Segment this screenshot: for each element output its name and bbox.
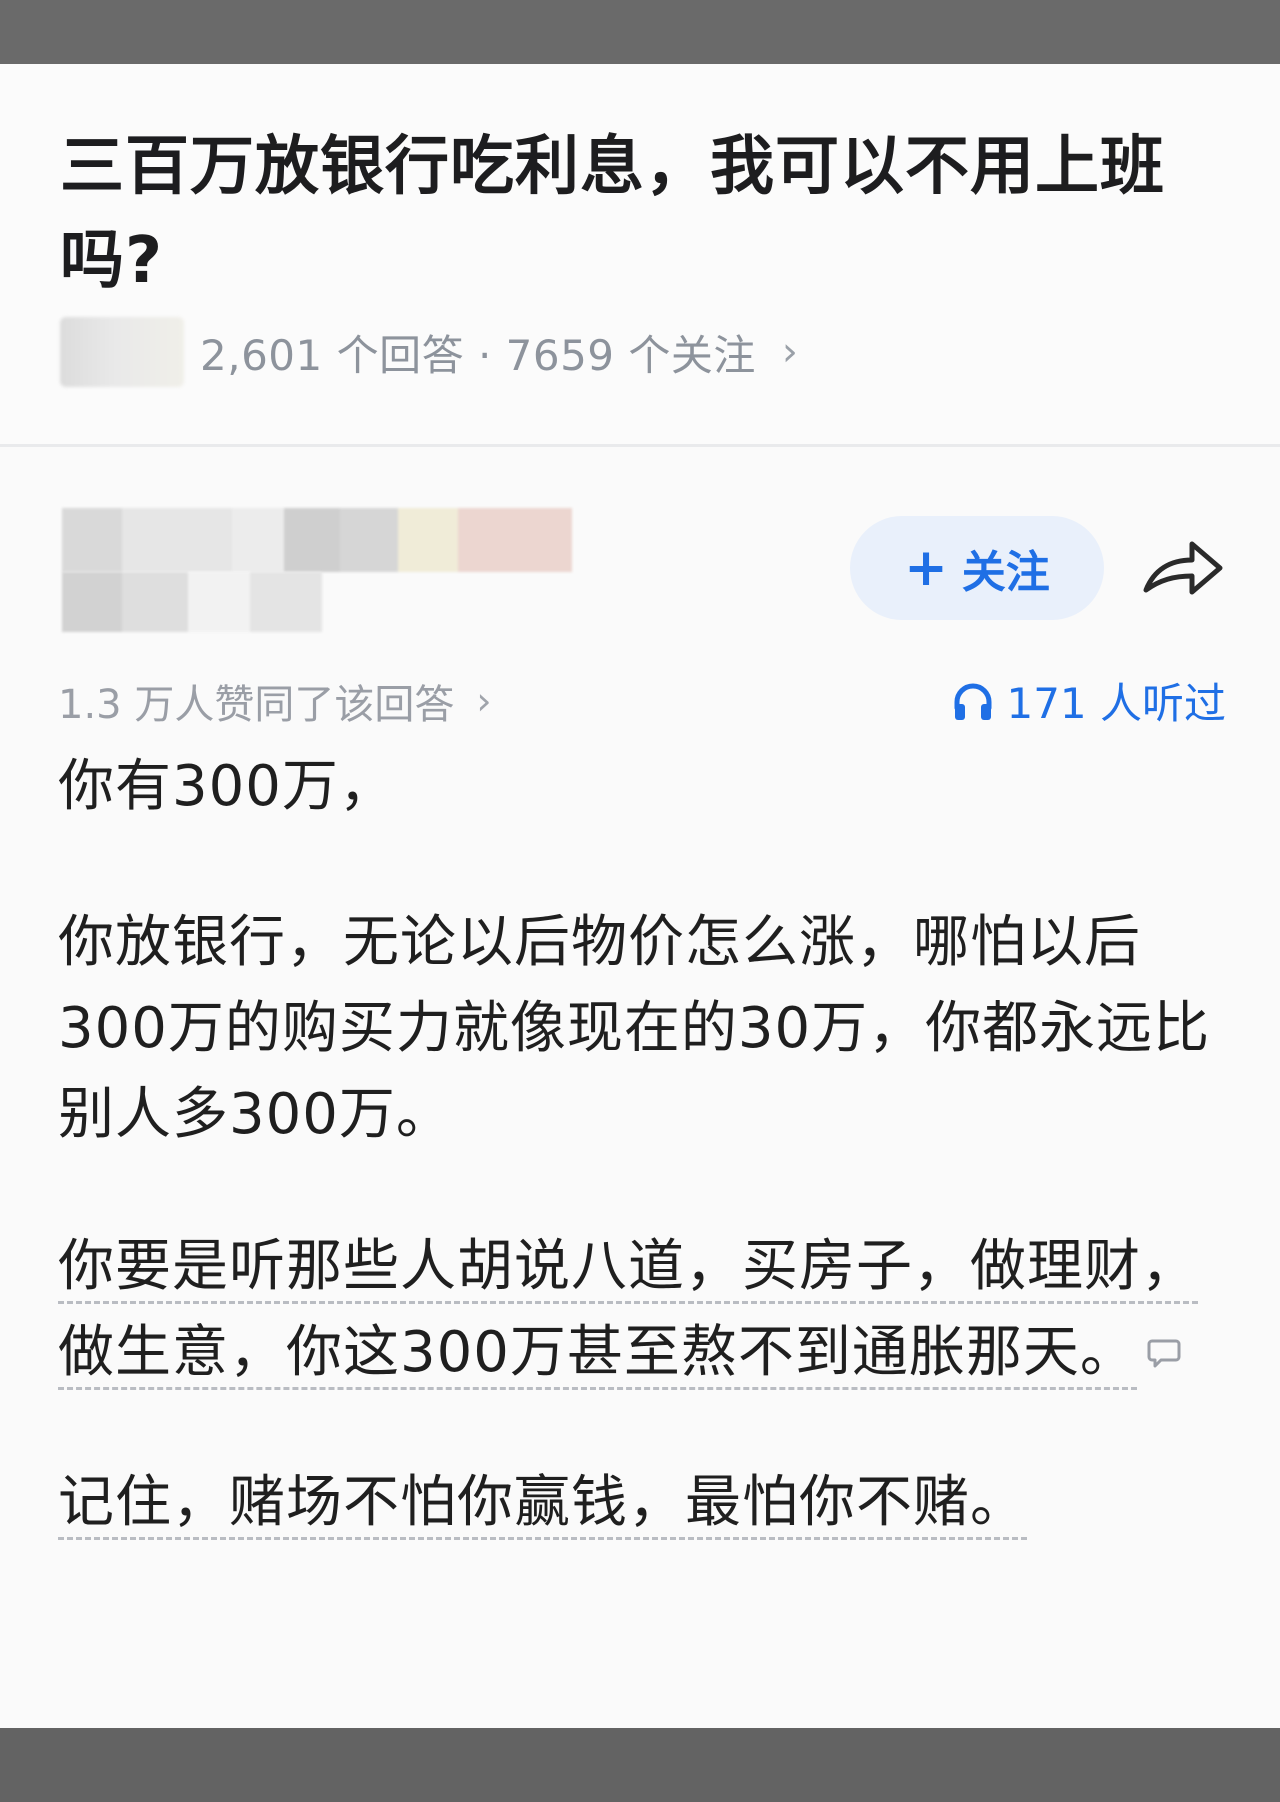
- answer-paragraph: 你有300万，: [58, 754, 396, 819]
- answer-paragraph-highlighted[interactable]: 记住，赌场不怕你赢钱，最怕你不赌。: [58, 1460, 1228, 1546]
- top-dark-bar: [0, 0, 1280, 64]
- follow-label: 关注: [961, 547, 1050, 598]
- approve-text: 1.3 万人赞同了该回答: [58, 682, 455, 728]
- highlight-text[interactable]: 你要是听那些人胡说八道，买房子，做理财，做生意，你这300万甚至熬不到通胀那天。: [58, 1234, 1198, 1390]
- chevron-right-icon: ›: [476, 679, 492, 723]
- author-info-blurred[interactable]: [62, 508, 572, 572]
- answer-body: 你有300万， 你放银行，无论以后物价怎么涨，哪怕以后300万的购买力就像现在的…: [58, 744, 1228, 1546]
- question-header: 三百万放银行吃利息，我可以不用上班吗? 2,601 个回答 · 7659 个关注…: [0, 64, 1280, 447]
- question-stats: 2,601 个回答 · 7659 个关注: [200, 330, 756, 380]
- highlight-text[interactable]: 记住，赌场不怕你赢钱，最怕你不赌。: [58, 1470, 1027, 1540]
- answer-paragraph-highlighted[interactable]: 你要是听那些人胡说八道，买房子，做理财，做生意，你这300万甚至熬不到通胀那天。: [58, 1224, 1228, 1396]
- answer-paragraph: 你放银行，无论以后物价怎么涨，哪怕以后300万的购买力就像现在的30万，你都永远…: [58, 910, 1211, 1147]
- approve-count[interactable]: 1.3 万人赞同了该回答 ›: [58, 672, 492, 730]
- chevron-right-icon: ›: [781, 329, 798, 375]
- share-icon[interactable]: [1140, 532, 1226, 602]
- plus-icon: +: [904, 538, 948, 598]
- author-sub-blurred: [62, 572, 322, 632]
- bottom-dark-bar: [0, 1728, 1280, 1802]
- listen-count[interactable]: 171 人听过: [952, 670, 1226, 731]
- follow-button[interactable]: + 关注: [850, 516, 1104, 620]
- topic-thumbnail: [60, 317, 184, 387]
- question-title[interactable]: 三百万放银行吃利息，我可以不用上班吗?: [60, 120, 1230, 308]
- comment-icon[interactable]: [1147, 1335, 1181, 1369]
- listen-text: 171 人听过: [1006, 679, 1226, 728]
- page-content: 三百万放银行吃利息，我可以不用上班吗? 2,601 个回答 · 7659 个关注…: [0, 64, 1280, 1728]
- headphone-icon: [954, 683, 992, 720]
- question-meta[interactable]: 2,601 个回答 · 7659 个关注 ›: [60, 314, 798, 390]
